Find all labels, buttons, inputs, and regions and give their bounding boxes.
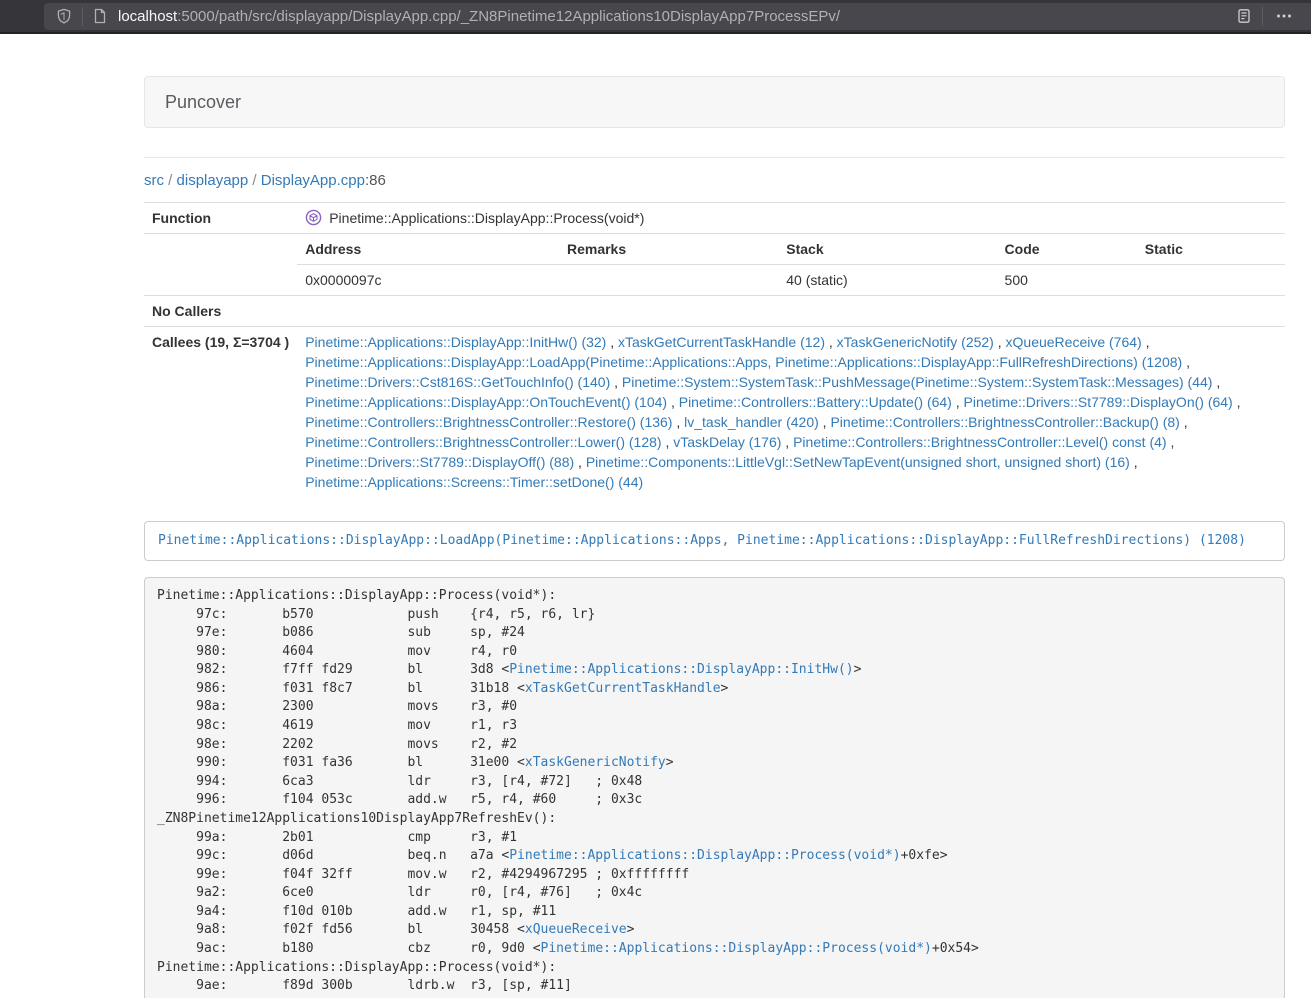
code-symbol-link[interactable]: Pinetime::Applications::DisplayApp::Proc… (509, 848, 900, 863)
callee-link[interactable]: xQueueReceive (764) (1006, 334, 1142, 350)
page-actions-ellipsis-icon[interactable] (1275, 8, 1293, 24)
reader-mode-icon[interactable] (1236, 8, 1252, 24)
stack-value: 40 (static) (778, 265, 996, 296)
url-host: localhost (118, 8, 177, 25)
code-value: 500 (997, 265, 1137, 296)
callee-link[interactable]: Pinetime::Drivers::St7789::DisplayOn() (… (964, 394, 1233, 410)
urlbar-divider (82, 7, 83, 26)
code-symbol-link[interactable]: xTaskGetCurrentTaskHandle (525, 681, 721, 696)
callee-link[interactable]: vTaskDelay (176) (673, 434, 781, 450)
callee-link[interactable]: lv_task_handler (420) (684, 414, 819, 430)
callee-link[interactable]: Pinetime::Components::LittleVgl::SetNewT… (586, 454, 1130, 470)
browser-toolbar: localhost:5000/path/src/displayapp/Displ… (0, 0, 1311, 34)
page-container: Puncover src / displayapp / DisplayApp.c… (144, 34, 1285, 998)
callee-link[interactable]: Pinetime::Controllers::Battery::Update()… (679, 394, 952, 410)
callee-link[interactable]: xTaskGetCurrentTaskHandle (12) (618, 334, 825, 350)
code-symbol-link[interactable]: xTaskGenericNotify (525, 755, 666, 770)
callee-link[interactable]: Pinetime::Drivers::Cst816S::GetTouchInfo… (305, 374, 610, 390)
metrics-table: Address Remarks Stack Code Static 0x0000… (297, 234, 1285, 295)
col-stack: Stack (778, 234, 996, 265)
metrics-row: Address Remarks Stack Code Static 0x0000… (144, 234, 1285, 296)
callee-link[interactable]: Pinetime::Controllers::BrightnessControl… (830, 414, 1179, 430)
symbol-cube-icon (305, 209, 322, 226)
callers-row: No Callers (144, 296, 1285, 327)
callee-link[interactable]: Pinetime::Applications::DisplayApp::Load… (305, 354, 1182, 370)
code-symbol-link[interactable]: Pinetime::Applications::DisplayApp::Proc… (541, 941, 932, 956)
col-address: Address (297, 234, 559, 265)
col-code: Code (997, 234, 1137, 265)
callee-link[interactable]: Pinetime::Applications::Screens::Timer::… (305, 474, 643, 490)
callee-link[interactable]: Pinetime::Controllers::BrightnessControl… (793, 434, 1166, 450)
callee-link[interactable]: Pinetime::Applications::DisplayApp::Init… (305, 334, 606, 350)
url-text[interactable]: localhost:5000/path/src/displayapp/Displ… (118, 8, 1236, 25)
callees-label: Callees (19, Σ=3704 ) (144, 327, 297, 498)
url-path: :5000/path/src/displayapp/DisplayApp.cpp… (177, 8, 840, 25)
page-icon[interactable] (93, 8, 107, 24)
callee-link[interactable]: Pinetime::Applications::DisplayApp::OnTo… (305, 394, 667, 410)
code-block: Pinetime::Applications::DisplayApp::Proc… (144, 577, 1285, 998)
remarks-value (559, 265, 778, 296)
symbol-panel: Pinetime::Applications::DisplayApp::Load… (144, 521, 1285, 561)
urlbar-divider-2 (1262, 7, 1263, 26)
navbar: Puncover (144, 76, 1285, 128)
callee-link[interactable]: Pinetime::Drivers::St7789::DisplayOff() … (305, 454, 574, 470)
function-row: Function Pinetime::Applications::Display… (144, 203, 1285, 234)
callees-list: Pinetime::Applications::DisplayApp::Init… (297, 327, 1285, 498)
no-callers-label: No Callers (144, 296, 297, 327)
function-table: Function Pinetime::Applications::Display… (144, 202, 1285, 497)
shield-icon[interactable] (56, 8, 72, 24)
static-value (1137, 265, 1285, 296)
col-static: Static (1137, 234, 1285, 265)
breadcrumb-link-src[interactable]: src (144, 172, 164, 189)
callee-link[interactable]: Pinetime::Controllers::BrightnessControl… (305, 414, 672, 430)
breadcrumb-link-displayapp[interactable]: displayapp (177, 172, 249, 189)
breadcrumb-link-displayapp-cpp[interactable]: DisplayApp.cpp (261, 172, 365, 189)
breadcrumb-separator: / (248, 172, 261, 189)
function-name: Pinetime::Applications::DisplayApp::Proc… (329, 210, 644, 226)
breadcrumb: src / displayapp / DisplayApp.cpp:86 (144, 158, 1285, 202)
brand-puncover[interactable]: Puncover (165, 92, 241, 113)
col-remarks: Remarks (559, 234, 778, 265)
callees-row: Callees (19, Σ=3704 ) Pinetime::Applicat… (144, 327, 1285, 498)
code-symbol-link[interactable]: xQueueReceive (525, 922, 627, 937)
function-label: Function (144, 203, 297, 234)
callee-link[interactable]: Pinetime::System::SystemTask::PushMessag… (622, 374, 1213, 390)
metrics-values-row: 0x0000097c 40 (static) 500 (297, 265, 1285, 296)
loadapp-symbol-link[interactable]: Pinetime::Applications::DisplayApp::Load… (158, 533, 1246, 548)
callee-link[interactable]: Pinetime::Controllers::BrightnessControl… (305, 434, 661, 450)
url-bar[interactable]: localhost:5000/path/src/displayapp/Displ… (44, 3, 1311, 30)
address-value: 0x0000097c (297, 265, 559, 296)
code-symbol-link[interactable]: Pinetime::Applications::DisplayApp::Init… (509, 662, 853, 677)
breadcrumb-separator: / (164, 172, 177, 189)
breadcrumb-line-number: :86 (365, 172, 386, 189)
callee-link[interactable]: xTaskGenericNotify (252) (837, 334, 994, 350)
